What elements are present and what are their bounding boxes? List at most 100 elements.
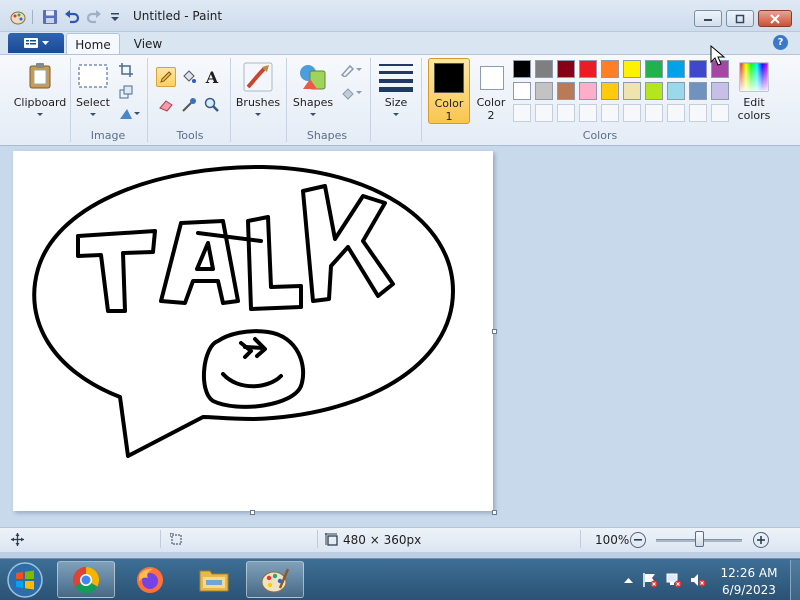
rotate-button[interactable] bbox=[116, 104, 142, 124]
palette-color-swatch[interactable] bbox=[513, 60, 531, 78]
window-title: Untitled - Paint bbox=[133, 9, 223, 23]
shape-fill-icon bbox=[342, 88, 354, 100]
edit-colors-button[interactable]: Edit colors bbox=[733, 58, 775, 124]
taskbar-file-explorer[interactable] bbox=[185, 561, 243, 598]
select-button[interactable]: Select bbox=[76, 58, 110, 120]
outline-button[interactable] bbox=[338, 60, 364, 80]
crop-icon[interactable] bbox=[116, 60, 136, 80]
custom-color-slot[interactable] bbox=[601, 104, 619, 122]
palette-color-swatch[interactable] bbox=[535, 82, 553, 100]
status-separator bbox=[580, 530, 581, 548]
zoom-in-button[interactable] bbox=[753, 532, 769, 548]
taskbar-firefox[interactable] bbox=[121, 561, 179, 598]
palette-color-swatch[interactable] bbox=[711, 82, 729, 100]
custom-color-slot[interactable] bbox=[535, 104, 553, 122]
color-picker-tool[interactable] bbox=[179, 95, 199, 115]
close-button[interactable] bbox=[758, 10, 792, 27]
custom-color-slot[interactable] bbox=[557, 104, 575, 122]
palette-color-swatch[interactable] bbox=[645, 60, 663, 78]
palette-color-swatch[interactable] bbox=[557, 82, 575, 100]
custom-color-slot[interactable] bbox=[711, 104, 729, 122]
chrome-icon bbox=[72, 566, 100, 593]
taskbar-clock[interactable]: 12:26 AM 6/9/2023 bbox=[718, 565, 780, 599]
tab-view[interactable]: View bbox=[126, 34, 170, 54]
network-icon[interactable] bbox=[666, 572, 682, 588]
chevron-down-icon bbox=[393, 113, 399, 116]
restore-button[interactable] bbox=[726, 10, 754, 27]
palette-color-swatch[interactable] bbox=[689, 60, 707, 78]
fill-button[interactable] bbox=[338, 83, 364, 103]
color-spectrum-icon bbox=[739, 62, 769, 92]
minimize-button[interactable] bbox=[694, 10, 722, 27]
palette-color-swatch[interactable] bbox=[623, 82, 641, 100]
show-hidden-icons-button[interactable] bbox=[620, 572, 636, 588]
brushes-button[interactable]: Brushes bbox=[236, 58, 280, 124]
resize-handle-bottom[interactable] bbox=[250, 510, 255, 515]
palette-color-swatch[interactable] bbox=[601, 82, 619, 100]
resize-handle-right[interactable] bbox=[492, 329, 497, 334]
color1-button[interactable]: Color 1 bbox=[428, 58, 470, 124]
tab-home[interactable]: Home bbox=[66, 33, 120, 55]
group-separator bbox=[370, 58, 371, 142]
palette-color-swatch[interactable] bbox=[601, 60, 619, 78]
resize-icon[interactable] bbox=[116, 82, 136, 102]
file-menu-button[interactable] bbox=[8, 33, 64, 53]
palette-color-swatch[interactable] bbox=[557, 60, 575, 78]
face-outline-stroke bbox=[201, 329, 306, 409]
fill-tool[interactable] bbox=[179, 67, 199, 87]
redo-icon[interactable] bbox=[85, 8, 103, 26]
edit-colors-label-2: colors bbox=[737, 109, 771, 122]
shapes-button[interactable]: Shapes bbox=[292, 58, 334, 124]
eraser-tool[interactable] bbox=[156, 95, 176, 115]
custom-color-slot[interactable] bbox=[623, 104, 641, 122]
show-desktop-button[interactable] bbox=[790, 560, 800, 600]
clipboard-button[interactable]: Clipboard bbox=[14, 58, 66, 120]
chevron-down-icon bbox=[134, 112, 140, 115]
taskbar-paint[interactable] bbox=[246, 561, 304, 598]
color2-number: 2 bbox=[487, 109, 495, 122]
save-icon[interactable] bbox=[41, 8, 59, 26]
drawing-canvas[interactable] bbox=[13, 151, 493, 511]
size-icon bbox=[379, 64, 413, 92]
select-icon bbox=[78, 64, 108, 88]
custom-color-slot[interactable] bbox=[667, 104, 685, 122]
pencil-icon bbox=[160, 71, 172, 83]
pencil-tool[interactable] bbox=[156, 67, 176, 87]
brushes-label: Brushes bbox=[235, 96, 281, 109]
taskbar-chrome[interactable] bbox=[57, 561, 115, 598]
palette-color-swatch[interactable] bbox=[513, 82, 531, 100]
palette-color-swatch[interactable] bbox=[623, 60, 641, 78]
text-icon: A bbox=[205, 67, 219, 87]
zoom-slider-thumb[interactable] bbox=[694, 531, 704, 547]
palette-color-swatch[interactable] bbox=[689, 82, 707, 100]
help-icon[interactable]: ? bbox=[773, 35, 788, 50]
shapes-label: Shapes bbox=[292, 96, 334, 109]
fill-icon bbox=[183, 70, 196, 83]
palette-color-swatch[interactable] bbox=[535, 60, 553, 78]
custom-color-slot[interactable] bbox=[689, 104, 707, 122]
zoom-level: 100% bbox=[595, 533, 630, 547]
color-picker-icon bbox=[182, 98, 196, 112]
customize-quick-access-icon[interactable] bbox=[106, 8, 124, 26]
palette-color-swatch[interactable] bbox=[667, 82, 685, 100]
action-center-icon[interactable] bbox=[642, 572, 658, 588]
paint-app-icon[interactable] bbox=[9, 8, 27, 26]
custom-color-slot[interactable] bbox=[645, 104, 663, 122]
undo-icon[interactable] bbox=[63, 8, 81, 26]
color2-button[interactable]: Color 2 bbox=[472, 58, 510, 124]
group-separator bbox=[147, 58, 148, 142]
text-tool[interactable]: A bbox=[202, 67, 222, 87]
start-button[interactable] bbox=[4, 560, 46, 600]
size-button[interactable]: Size bbox=[376, 58, 416, 124]
custom-color-slot[interactable] bbox=[579, 104, 597, 122]
custom-color-slot[interactable] bbox=[513, 104, 531, 122]
palette-color-swatch[interactable] bbox=[645, 82, 663, 100]
zoom-out-button[interactable] bbox=[630, 532, 646, 548]
volume-icon[interactable] bbox=[690, 572, 706, 588]
magnifier-tool[interactable] bbox=[202, 95, 222, 115]
palette-color-swatch[interactable] bbox=[667, 60, 685, 78]
resize-handle-corner[interactable] bbox=[492, 510, 497, 515]
title-separator bbox=[32, 10, 33, 24]
palette-color-swatch[interactable] bbox=[579, 82, 597, 100]
palette-color-swatch[interactable] bbox=[579, 60, 597, 78]
